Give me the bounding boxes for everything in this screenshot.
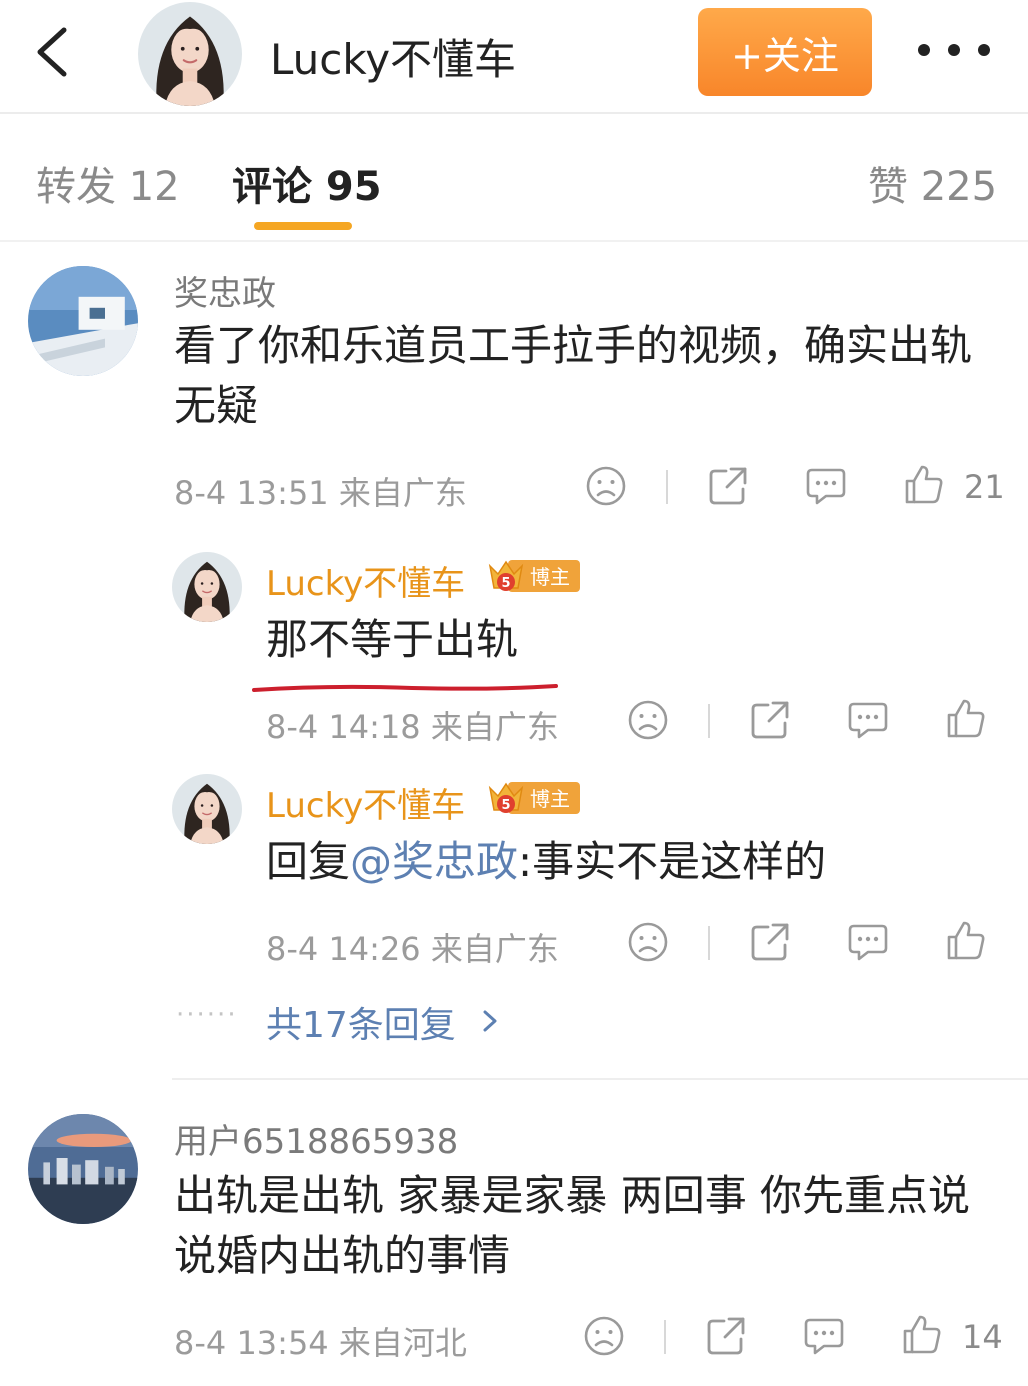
active-tab-indicator (254, 222, 352, 230)
separator (664, 1320, 666, 1354)
comment-text: 出轨是出轨 家暴是家暴 两回事 你先重点说说婚内出轨的事情 (174, 1171, 971, 1280)
follow-button[interactable]: +关注 (698, 8, 872, 96)
dislike-icon[interactable] (626, 698, 670, 742)
chevron-right-icon[interactable] (480, 1006, 500, 1036)
reply-text: 回复@奖忠政:事实不是这样的 (266, 837, 827, 886)
share-icon[interactable] (748, 920, 792, 964)
like-count: 14 (962, 1318, 1003, 1356)
comment-text: 看了你和乐道员工手拉手的视频，确实出轨无疑 (174, 321, 973, 430)
avatar[interactable] (28, 266, 138, 376)
reply-username[interactable]: Lucky不懂车 (266, 778, 465, 827)
profile-name[interactable]: Lucky不懂车 (270, 26, 516, 87)
mention-link[interactable]: @奖忠政 (350, 837, 518, 886)
comment-meta: 8-4 13:54 来自河北 (174, 1324, 467, 1362)
share-icon[interactable] (706, 464, 750, 508)
tab-comment[interactable]: 评论 95 (232, 154, 382, 212)
reply-meta: 8-4 14:18 来自广东 (266, 708, 559, 746)
top-bar: Lucky不懂车 +关注 (0, 0, 1028, 114)
share-icon[interactable] (704, 1314, 748, 1358)
back-arrow-icon[interactable] (30, 22, 80, 82)
like-icon[interactable] (902, 462, 946, 506)
like-count: 21 (964, 468, 1005, 506)
comment-username[interactable]: 用户6518865938 (174, 1114, 458, 1163)
red-underline-annotation (252, 684, 558, 692)
more-options-icon[interactable] (918, 30, 990, 70)
reply-text: 那不等于出轨 (266, 615, 519, 664)
tab-repost[interactable]: 转发 12 (36, 154, 180, 212)
reply-icon[interactable] (802, 1314, 846, 1358)
view-more-replies-link[interactable]: 共17条回复 (266, 996, 456, 1048)
like-icon[interactable] (944, 918, 988, 962)
like-icon[interactable] (944, 696, 988, 740)
comment-meta: 8-4 13:51 来自广东 (174, 474, 467, 512)
reply-icon[interactable] (846, 920, 890, 964)
avatar[interactable] (172, 552, 242, 622)
avatar[interactable] (172, 774, 242, 844)
dislike-icon[interactable] (626, 920, 670, 964)
like-icon[interactable] (900, 1312, 944, 1356)
blogger-badge-icon (486, 556, 582, 596)
reply-username[interactable]: Lucky不懂车 (266, 556, 465, 605)
separator (708, 926, 710, 960)
dotted-leader: ······ (176, 1000, 238, 1030)
tab-like[interactable]: 赞 225 (868, 154, 997, 212)
share-icon[interactable] (748, 698, 792, 742)
avatar[interactable] (28, 1114, 138, 1224)
dislike-icon[interactable] (584, 464, 628, 508)
reply-icon[interactable] (846, 698, 890, 742)
separator (666, 470, 668, 504)
divider (172, 1078, 1028, 1080)
separator (708, 704, 710, 738)
blogger-badge-icon (486, 778, 582, 818)
reply-icon[interactable] (804, 464, 848, 508)
dislike-icon[interactable] (582, 1314, 626, 1358)
comment-username[interactable]: 奖忠政 (174, 266, 276, 315)
reply-meta: 8-4 14:26 来自广东 (266, 930, 559, 968)
tab-bar: 转发 12 评论 95 赞 225 (0, 116, 1028, 242)
avatar[interactable] (138, 2, 242, 106)
